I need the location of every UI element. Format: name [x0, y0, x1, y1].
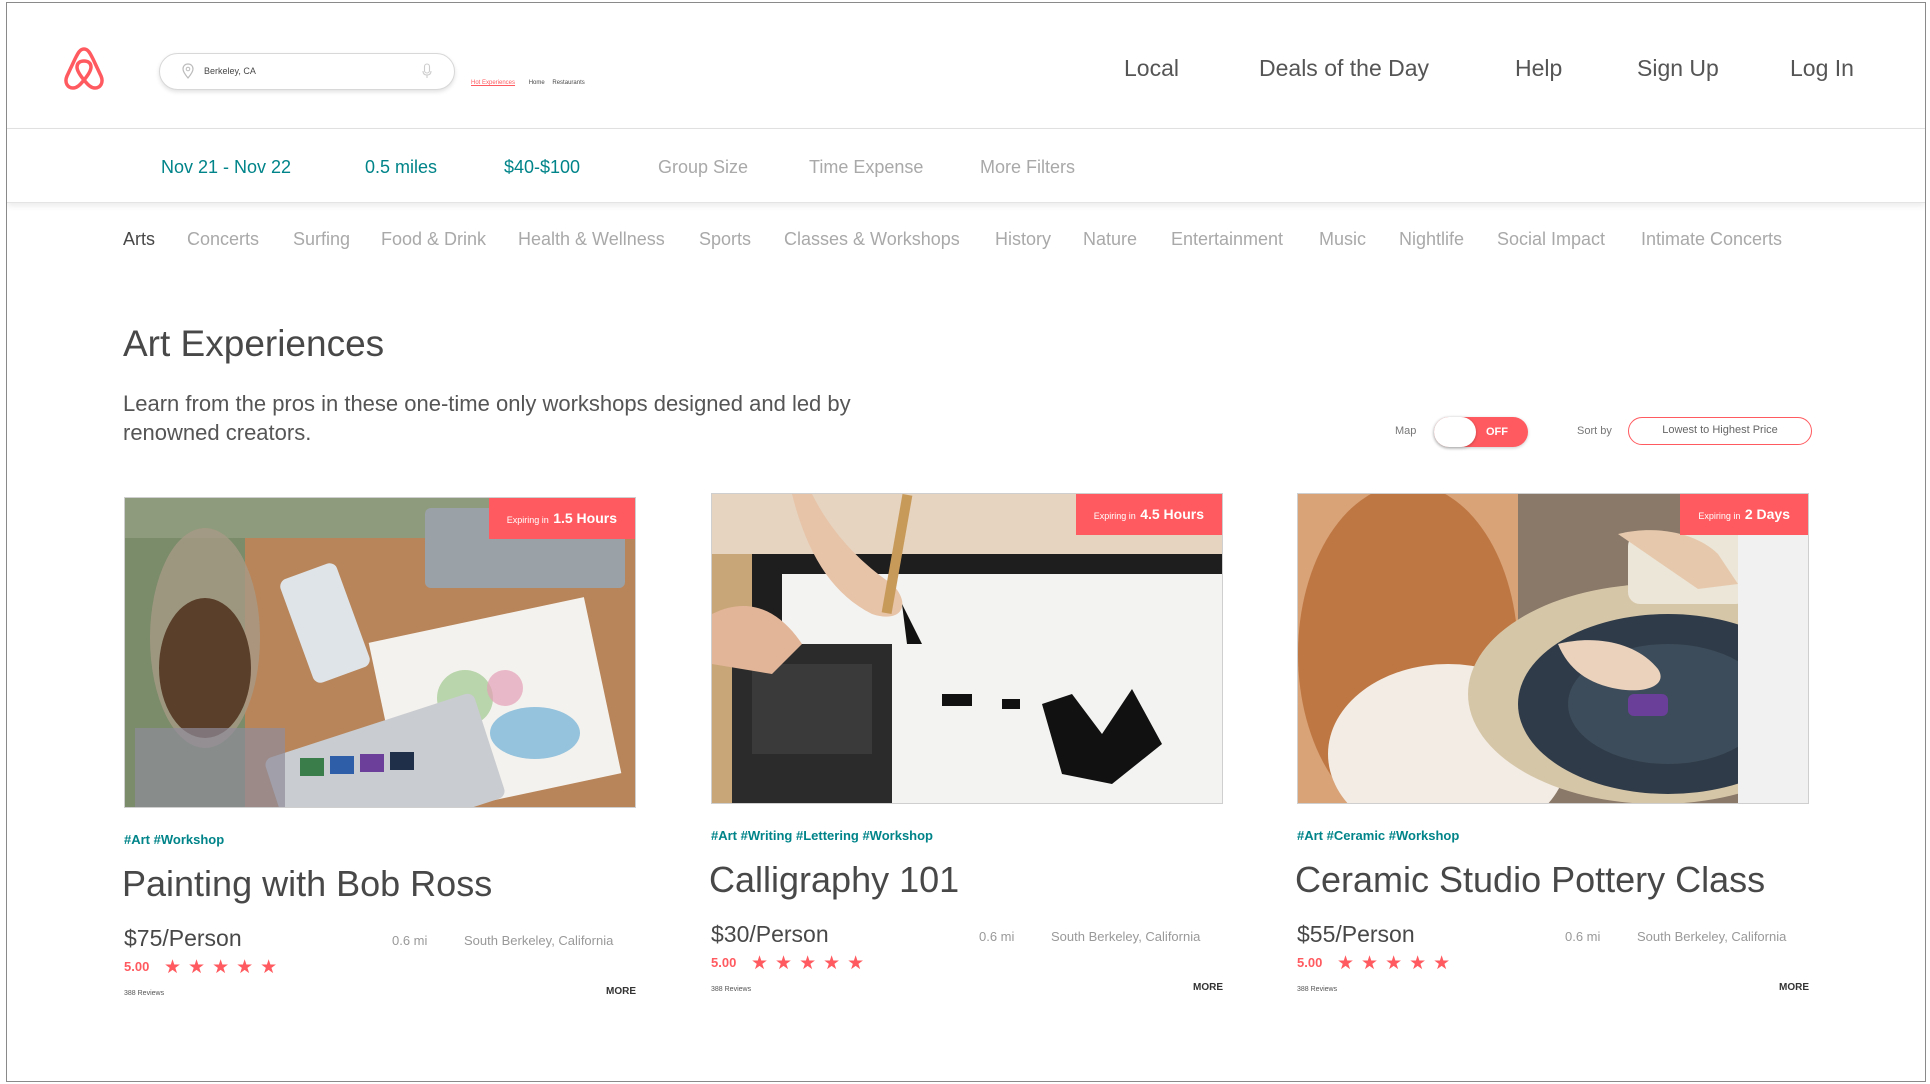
card-distance: 0.6 mi — [392, 933, 428, 948]
tab-sports[interactable]: Sports — [699, 229, 751, 250]
filter-more-filters[interactable]: More Filters — [980, 157, 1075, 178]
more-button[interactable]: MORE — [1193, 982, 1223, 993]
filter-dates[interactable]: Nov 21 - Nov 22 — [161, 157, 291, 178]
search-bar[interactable]: Berkeley, CA — [159, 53, 455, 90]
card-image-pottery[interactable]: Expiring in 2 Days — [1297, 493, 1809, 804]
more-button[interactable]: MORE — [606, 986, 636, 997]
map-label: Map — [1395, 425, 1417, 437]
page-frame: Berkeley, CA Hot Experiences Home Restau… — [6, 2, 1926, 1082]
card-price: $55/Person — [1297, 921, 1415, 947]
expiry-badge: Expiring in 1.5 Hours — [488, 498, 635, 539]
location-pin-icon — [182, 63, 194, 79]
airbnb-logo-icon[interactable] — [61, 45, 107, 91]
star-rating-icon: ★★★★★ — [164, 957, 285, 978]
tab-arts[interactable]: Arts — [123, 229, 155, 250]
tab-concerts[interactable]: Concerts — [187, 229, 259, 250]
card-location: South Berkeley, California — [464, 933, 614, 948]
card-reviews[interactable]: 388 Reviews — [124, 990, 164, 997]
hot-experiences-link[interactable]: Hot Experiences — [471, 80, 515, 86]
page-title: Art Experiences — [123, 323, 385, 364]
sort-dropdown[interactable]: Lowest to Highest Price — [1628, 417, 1812, 445]
card-rating: 5.00 — [124, 959, 150, 974]
tab-intimate-concerts[interactable]: Intimate Concerts — [1641, 229, 1782, 250]
card-reviews[interactable]: 388 Reviews — [1297, 986, 1337, 993]
card-price: $75/Person — [124, 925, 242, 951]
card-image-painting[interactable]: Expiring in 1.5 Hours — [124, 497, 636, 808]
filter-distance[interactable]: 0.5 miles — [365, 157, 437, 178]
tab-nature[interactable]: Nature — [1083, 229, 1137, 250]
nav-help[interactable]: Help — [1515, 55, 1562, 82]
tab-nightlife[interactable]: Nightlife — [1399, 229, 1464, 250]
expiry-badge: Expiring in 4.5 Hours — [1075, 494, 1222, 535]
tab-history[interactable]: History — [995, 229, 1051, 250]
section-description: Learn from the pros in these one-time on… — [123, 391, 851, 445]
card-tags[interactable]: #Art #Writing #Lettering #Workshop — [711, 828, 933, 843]
card-tags[interactable]: #Art #Ceramic #Workshop — [1297, 828, 1459, 843]
toggle-knob — [1434, 417, 1476, 447]
star-rating-icon: ★★★★★ — [751, 953, 872, 974]
tab-food-drink[interactable]: Food & Drink — [381, 229, 486, 250]
sort-label: Sort by — [1577, 425, 1612, 437]
restaurants-link[interactable]: Restaurants — [552, 80, 584, 86]
experience-card[interactable]: Expiring in 1.5 Hours #Art #Workshop Pai… — [122, 497, 636, 1017]
microphone-icon[interactable] — [422, 63, 432, 79]
more-button[interactable]: MORE — [1779, 982, 1809, 993]
quick-links: Hot Experiences Home Restaurants — [471, 80, 591, 86]
experience-card[interactable]: Expiring in 2 Days #Art #Ceramic #Worksh… — [1295, 493, 1809, 1013]
tab-social-impact[interactable]: Social Impact — [1497, 229, 1605, 250]
tab-health-wellness[interactable]: Health & Wellness — [518, 229, 665, 250]
card-title[interactable]: Calligraphy 101 — [709, 859, 959, 901]
experience-card[interactable]: Expiring in 4.5 Hours #Art #Writing #Let… — [709, 493, 1223, 1013]
tab-classes-workshops[interactable]: Classes & Workshops — [784, 229, 960, 250]
nav-local[interactable]: Local — [1124, 55, 1179, 82]
card-distance: 0.6 mi — [1565, 929, 1601, 944]
tab-entertainment[interactable]: Entertainment — [1171, 229, 1283, 250]
nav-deals-of-the-day[interactable]: Deals of the Day — [1259, 55, 1429, 82]
map-toggle[interactable]: OFF — [1434, 417, 1528, 447]
filter-time-expense[interactable]: Time Expense — [809, 157, 923, 178]
card-image-calligraphy[interactable]: Expiring in 4.5 Hours — [711, 493, 1223, 804]
card-tags[interactable]: #Art #Workshop — [124, 832, 224, 847]
toggle-state: OFF — [1486, 426, 1508, 438]
card-location: South Berkeley, California — [1051, 929, 1201, 944]
search-input[interactable]: Berkeley, CA — [204, 66, 256, 76]
filter-group-size[interactable]: Group Size — [658, 157, 748, 178]
card-title[interactable]: Painting with Bob Ross — [122, 863, 492, 905]
expiry-badge: Expiring in 2 Days — [1680, 494, 1808, 535]
filter-bar: Nov 21 - Nov 22 0.5 miles $40-$100 Group… — [7, 129, 1925, 203]
card-price: $30/Person — [711, 921, 829, 947]
tab-music[interactable]: Music — [1319, 229, 1366, 250]
card-title[interactable]: Ceramic Studio Pottery Class — [1295, 859, 1765, 901]
star-rating-icon: ★★★★★ — [1337, 953, 1458, 974]
header: Berkeley, CA Hot Experiences Home Restau… — [7, 3, 1925, 129]
card-distance: 0.6 mi — [979, 929, 1015, 944]
card-rating: 5.00 — [1297, 955, 1323, 970]
tab-surfing[interactable]: Surfing — [293, 229, 350, 250]
nav-sign-up[interactable]: Sign Up — [1637, 55, 1719, 82]
filter-price[interactable]: $40-$100 — [504, 157, 580, 178]
card-rating: 5.00 — [711, 955, 737, 970]
card-reviews[interactable]: 388 Reviews — [711, 986, 751, 993]
home-link[interactable]: Home — [529, 80, 545, 86]
nav-log-in[interactable]: Log In — [1790, 55, 1854, 82]
card-location: South Berkeley, California — [1637, 929, 1787, 944]
